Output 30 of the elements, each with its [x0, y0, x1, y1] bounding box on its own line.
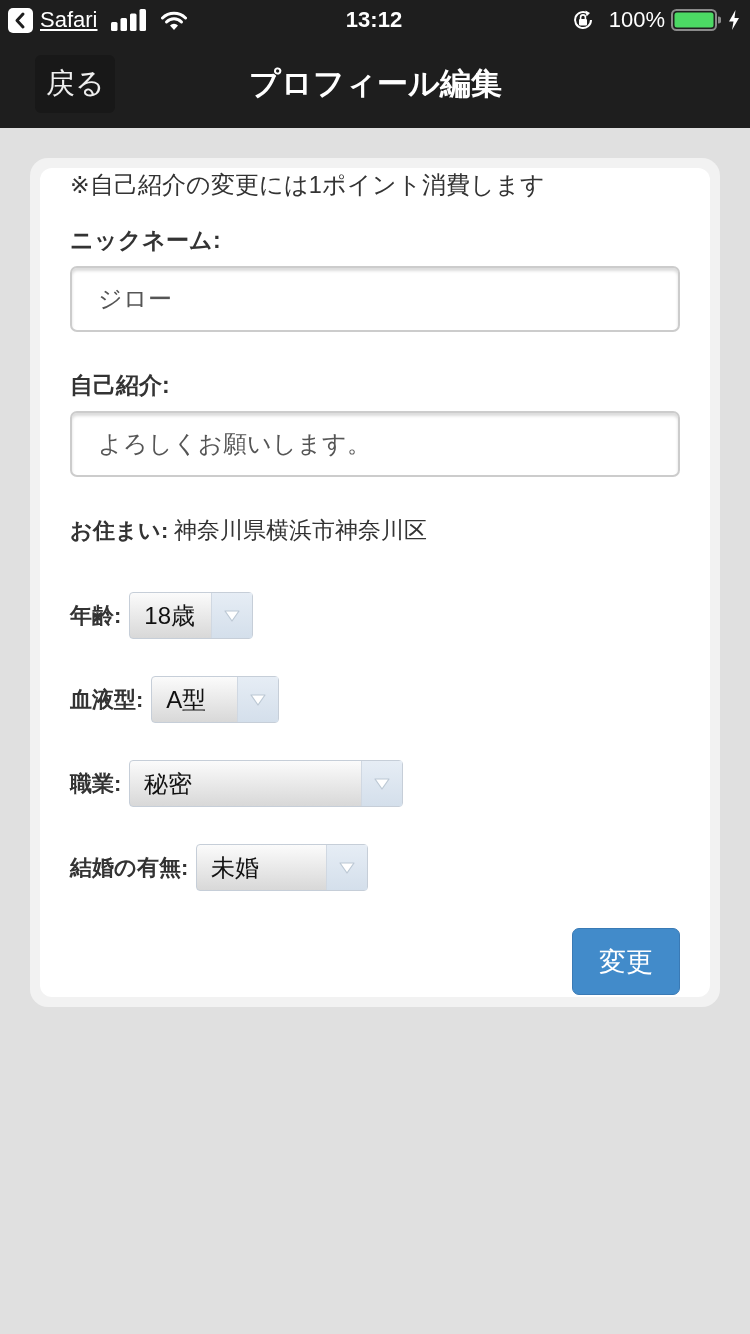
- self-intro-field[interactable]: よろしくお願いします。: [70, 411, 680, 477]
- lightning-bolt-icon: [728, 10, 740, 30]
- field-label: 年齢:: [70, 601, 122, 630]
- caret-down-icon: [339, 861, 356, 874]
- field-label: 職業:: [70, 769, 122, 798]
- field-label: 自己紹介:: [70, 371, 171, 399]
- notice-text: ※自己紹介の変更には1ポイント消費します: [70, 171, 546, 200]
- occupation-select[interactable]: 秘密: [129, 760, 404, 807]
- caret-down-icon: [250, 693, 267, 706]
- caret-down-icon: [224, 609, 241, 622]
- back-button[interactable]: 戻る: [35, 55, 115, 113]
- back-to-app-link[interactable]: Safari: [40, 7, 98, 33]
- field-label: 血液型:: [70, 685, 144, 714]
- battery-icon: [671, 9, 721, 31]
- submit-button[interactable]: 変更: [572, 928, 680, 995]
- wifi-icon: [161, 10, 188, 30]
- field-label: ニックネーム:: [70, 226, 222, 254]
- blood-type-select[interactable]: A型: [151, 676, 280, 723]
- signal-icon: [111, 9, 148, 31]
- back-chevron-icon[interactable]: [8, 7, 33, 33]
- age-select[interactable]: 18歳: [129, 592, 254, 639]
- page-title: プロフィール編集: [248, 65, 502, 103]
- residence-label: お住まい:: [70, 517, 169, 545]
- marital-status-select[interactable]: 未婚: [196, 844, 369, 891]
- caret-down-icon: [374, 777, 391, 790]
- residence-value: 神奈川県横浜市神奈川区: [174, 516, 428, 545]
- battery-percent: 100%: [608, 7, 665, 33]
- nickname-field[interactable]: ジロー: [70, 266, 680, 332]
- field-label: 結婚の有無:: [70, 853, 189, 882]
- clock-time: 13:12: [345, 7, 403, 33]
